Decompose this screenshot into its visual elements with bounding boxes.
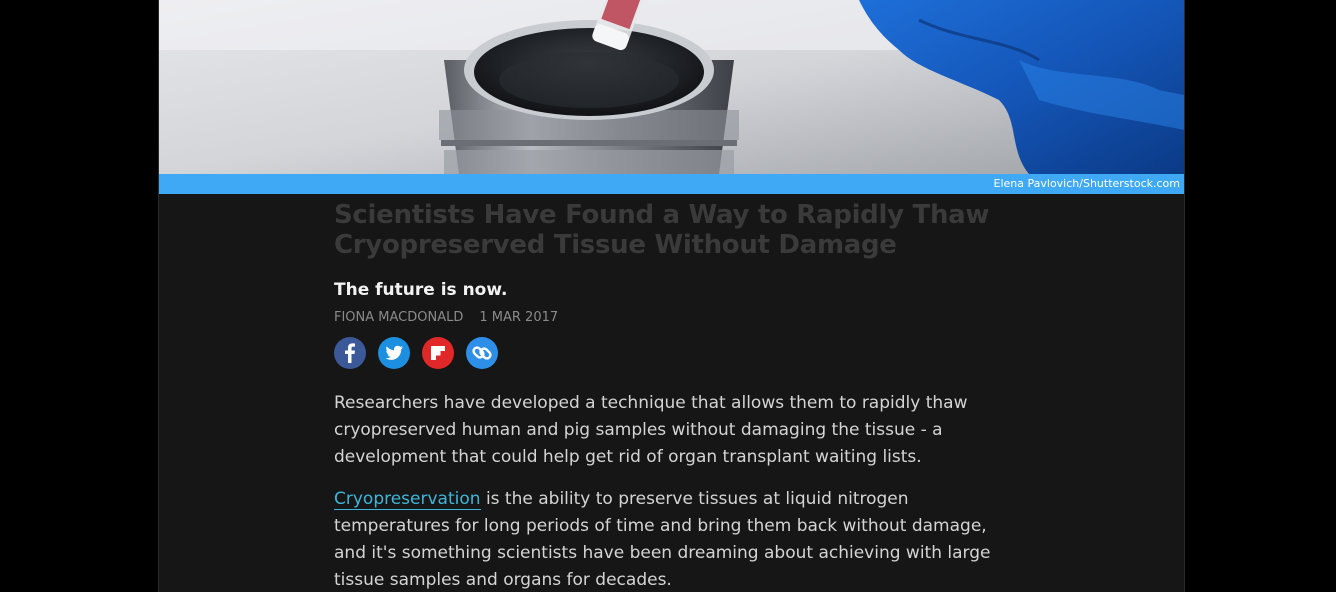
article-subtitle: The future is now.: [334, 280, 508, 300]
publish-date: 1 MAR 2017: [479, 310, 559, 325]
twitter-share-button[interactable]: [378, 337, 410, 369]
link-icon: [472, 346, 492, 360]
facebook-share-button[interactable]: [334, 337, 366, 369]
hero-illustration: [159, 0, 1184, 174]
cryopreservation-link[interactable]: Cryopreservation: [334, 489, 481, 510]
image-credit-bar: Elena Pavlovich/Shutterstock.com: [159, 174, 1184, 194]
twitter-icon: [385, 345, 403, 360]
image-credit: Elena Pavlovich/Shutterstock.com: [993, 177, 1180, 190]
share-buttons: [334, 337, 498, 369]
copy-link-button[interactable]: [466, 337, 498, 369]
flipboard-icon: [431, 346, 445, 360]
paragraph-2: Cryopreservation is the ability to prese…: [334, 486, 994, 592]
article-title: Scientists Have Found a Way to Rapidly T…: [334, 200, 990, 260]
hero-image: [159, 0, 1184, 174]
facebook-icon: [345, 343, 355, 363]
byline: FIONA MACDONALD 1 MAR 2017: [334, 309, 558, 327]
article: Scientists Have Found a Way to Rapidly T…: [334, 200, 994, 590]
flipboard-share-button[interactable]: [422, 337, 454, 369]
paragraph-1: Researchers have developed a technique t…: [334, 393, 968, 467]
author-name[interactable]: FIONA MACDONALD: [334, 310, 463, 325]
article-body: Researchers have developed a technique t…: [334, 390, 994, 592]
article-frame: Elena Pavlovich/Shutterstock.com Scienti…: [158, 0, 1185, 592]
